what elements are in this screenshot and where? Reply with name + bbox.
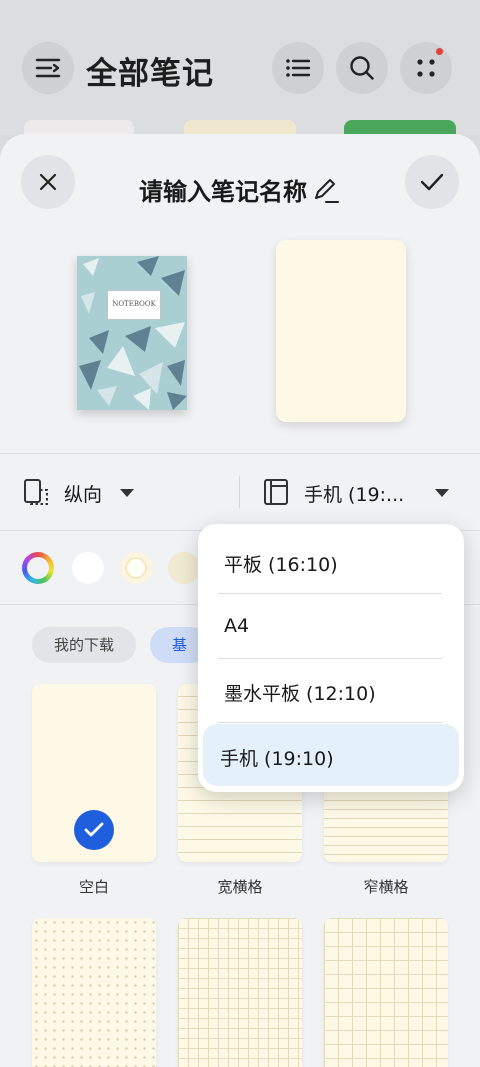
color-wheel-icon [27, 557, 49, 579]
template-blank[interactable] [32, 684, 156, 862]
template-grid[interactable] [178, 918, 302, 1067]
portrait-orientation-icon [24, 479, 48, 505]
template-label: 宽横格 [217, 878, 263, 896]
menu-icon [35, 58, 61, 78]
divider [218, 593, 442, 594]
search-icon [350, 56, 374, 80]
divider [218, 658, 442, 659]
size-selector[interactable]: 手机 (19:... [262, 476, 462, 510]
color-picker-button[interactable] [22, 552, 54, 584]
orientation-label: 纵向 [64, 484, 103, 506]
tab-my-downloads[interactable]: 我的下载 [32, 627, 137, 663]
template-label: 空白 [78, 878, 109, 896]
confirm-button[interactable] [405, 155, 459, 209]
divider [218, 722, 442, 723]
notification-dot [436, 48, 443, 55]
divider [239, 476, 240, 508]
template-grid-large[interactable] [324, 918, 448, 1067]
page-title: 全部笔记 [86, 56, 214, 92]
cover-pattern [79, 256, 187, 410]
template-label: 窄横格 [363, 878, 409, 896]
dropdown-option-a4[interactable]: A4 [224, 615, 249, 637]
selected-check [74, 810, 114, 850]
search-button[interactable] [336, 42, 388, 94]
color-swatch-white[interactable] [72, 552, 104, 584]
edit-pencil-icon [315, 178, 339, 203]
menu-button[interactable] [22, 42, 74, 94]
page-size-icon [264, 479, 288, 505]
size-dropdown-menu: 平板 (16:10) A4 墨水平板 (12:10) 手机 (19:10) [198, 524, 464, 792]
dropdown-option-tablet[interactable]: 平板 (16:10) [224, 550, 338, 577]
list-view-icon [286, 59, 311, 77]
notebook-name-placeholder: 请输入笔记名称 [139, 178, 307, 206]
chevron-down-icon [120, 489, 134, 497]
color-swatch-paper[interactable] [120, 552, 152, 584]
background-app-header: 全部笔记 [0, 0, 480, 138]
more-icon [417, 59, 435, 77]
paper-preview[interactable] [276, 240, 406, 422]
dropdown-option-phone[interactable]: 手机 (19:10) [220, 744, 334, 771]
color-swatch-beige[interactable] [168, 552, 200, 584]
list-view-button[interactable] [272, 42, 324, 94]
dropdown-option-ink-tablet[interactable]: 墨水平板 (12:10) [224, 679, 376, 706]
divider [0, 453, 480, 454]
notebook-cover-preview[interactable]: NOTEBOOK [77, 256, 187, 410]
check-icon [420, 173, 444, 191]
selected-ring [127, 559, 145, 577]
cover-label: NOTEBOOK [107, 290, 161, 320]
more-button[interactable] [400, 42, 452, 94]
size-label: 手机 (19:... [304, 484, 405, 506]
chevron-down-icon [435, 489, 449, 497]
orientation-selector[interactable]: 纵向 [22, 476, 222, 510]
template-dotted[interactable] [32, 918, 156, 1067]
check-icon [84, 822, 104, 837]
